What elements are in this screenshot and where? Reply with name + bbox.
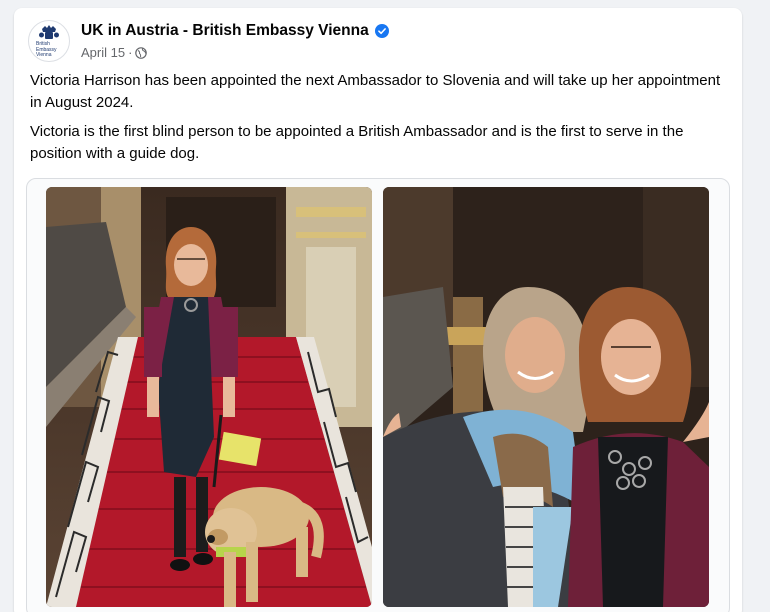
meta-separator: · [128,45,133,60]
post-card: British Embassy Vienna UK in Austria - B… [14,8,742,612]
staircase-photo-illustration [46,187,372,607]
verified-badge-icon [374,24,389,38]
page-name-link[interactable]: UK in Austria - British Embassy Vienna [81,22,369,40]
royal-crest-icon [39,25,59,40]
post-body: Victoria Harrison has been appointed the… [30,70,730,172]
photo-gallery [26,178,730,612]
globe-icon [135,46,148,59]
post-header: British Embassy Vienna UK in Austria - B… [28,18,389,64]
post-paragraph-1: Victoria Harrison has been appointed the… [30,72,721,111]
photo-two-women-smiling[interactable] [383,187,709,607]
avatar-caption: British Embassy Vienna [36,41,57,59]
post-date-link[interactable]: April 15 [81,45,125,60]
post-paragraph-2: Victoria is the first blind person to be… [30,123,684,162]
portrait-photo-illustration [383,187,709,607]
page-avatar[interactable]: British Embassy Vienna [28,20,70,62]
photo-woman-with-guide-dog[interactable] [46,187,372,607]
